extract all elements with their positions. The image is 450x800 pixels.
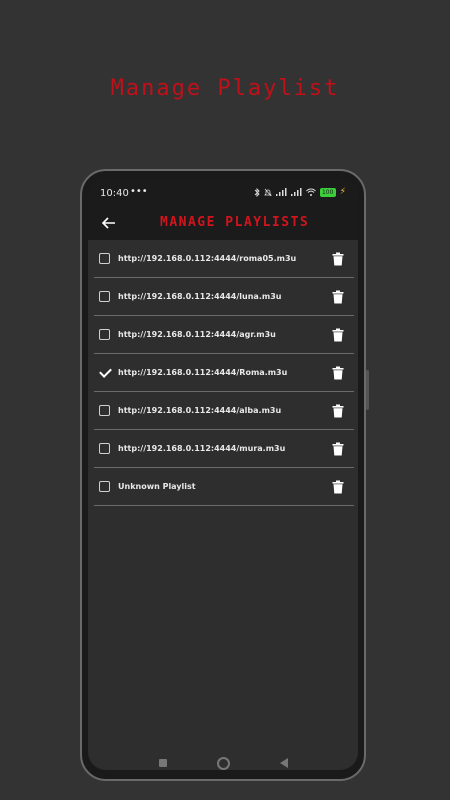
playlist-row[interactable]: http://192.168.0.112:4444/roma05.m3u: [94, 240, 354, 278]
playlist-list: http://192.168.0.112:4444/roma05.m3u http…: [94, 240, 354, 506]
playlist-row[interactable]: Unknown Playlist: [94, 468, 354, 506]
trash-icon[interactable]: [332, 404, 344, 418]
playlist-checkbox[interactable]: [99, 253, 110, 264]
charging-icon: ⚡: [339, 187, 346, 197]
playlist-row[interactable]: http://192.168.0.112:4444/alba.m3u: [94, 392, 354, 430]
trash-icon[interactable]: [332, 290, 344, 304]
playlist-checkbox[interactable]: [99, 443, 110, 454]
playlist-url-label: http://192.168.0.112:4444/Roma.m3u: [118, 368, 288, 377]
playlist-url-label: http://192.168.0.112:4444/luna.m3u: [118, 292, 282, 301]
playlist-row[interactable]: http://192.168.0.112:4444/agr.m3u: [94, 316, 354, 354]
status-time: 10:40: [100, 188, 129, 199]
playlist-row[interactable]: http://192.168.0.112:4444/Roma.m3u: [94, 354, 354, 392]
system-nav-bar: [88, 756, 358, 770]
trash-icon[interactable]: [332, 480, 344, 494]
playlist-checkbox[interactable]: [99, 481, 110, 492]
bluetooth-icon: [254, 187, 260, 197]
bell-muted-icon: [263, 188, 272, 196]
system-back-icon[interactable]: [279, 758, 288, 768]
status-bar: 10:40 ••• 100 ⚡: [88, 180, 358, 206]
playlist-url-label: http://192.168.0.112:4444/alba.m3u: [118, 406, 282, 415]
signal-icon-2: [290, 188, 302, 196]
promo-title: Manage Playlist: [110, 76, 340, 101]
phone-side-button: [366, 370, 369, 410]
playlist-url-label: http://192.168.0.112:4444/roma05.m3u: [118, 254, 297, 263]
home-icon[interactable]: [216, 756, 230, 770]
playlist-url-label: http://192.168.0.112:4444/mura.m3u: [118, 444, 286, 453]
page-title: MANAGE PLAYLISTS: [160, 215, 310, 230]
playlist-url-label: http://192.168.0.112:4444/agr.m3u: [118, 330, 276, 339]
trash-icon[interactable]: [332, 442, 344, 456]
recent-apps-icon[interactable]: [158, 759, 167, 767]
playlist-url-label: Unknown Playlist: [118, 482, 196, 491]
back-arrow-icon[interactable]: [100, 214, 118, 232]
playlist-checkbox[interactable]: [99, 405, 110, 416]
trash-icon[interactable]: [332, 252, 344, 266]
playlist-checkbox[interactable]: [99, 367, 110, 378]
status-notification-dots: •••: [130, 186, 148, 197]
app-bar: MANAGE PLAYLISTS: [88, 206, 358, 240]
phone-screen: 10:40 ••• 100 ⚡ MANAGE PLAYLISTS http://…: [88, 180, 358, 770]
playlist-checkbox[interactable]: [99, 329, 110, 340]
signal-icon: [275, 188, 287, 196]
wifi-icon: [305, 188, 316, 196]
trash-icon[interactable]: [332, 328, 344, 342]
battery-icon: 100: [319, 187, 336, 197]
status-icons: 100 ⚡: [254, 187, 346, 197]
trash-icon[interactable]: [332, 366, 344, 380]
playlist-row[interactable]: http://192.168.0.112:4444/luna.m3u: [94, 278, 354, 316]
playlist-checkbox[interactable]: [99, 291, 110, 302]
playlist-row[interactable]: http://192.168.0.112:4444/mura.m3u: [94, 430, 354, 468]
